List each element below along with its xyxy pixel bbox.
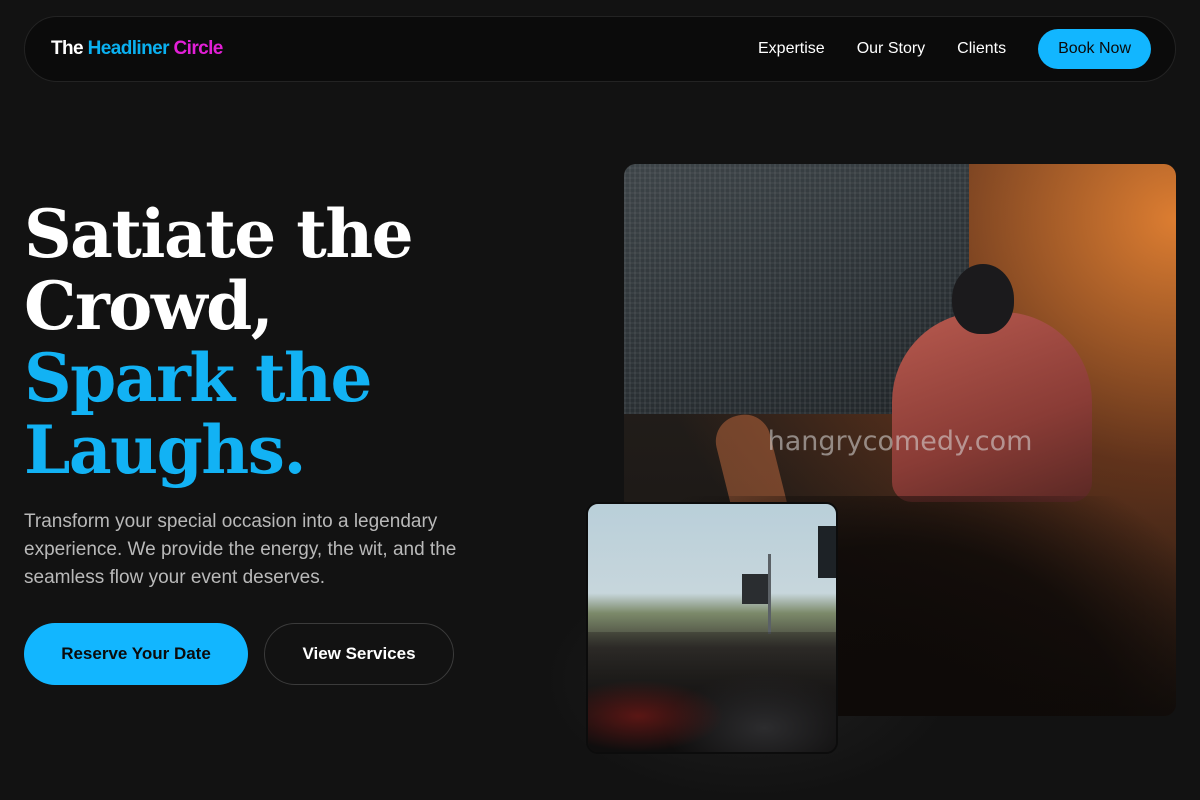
logo-word-headliner: Headliner	[87, 38, 170, 59]
book-now-button[interactable]: Book Now	[1038, 29, 1151, 69]
view-services-button[interactable]: View Services	[264, 623, 454, 685]
headline-line-3: Spark the	[24, 339, 373, 417]
nav-link-expertise[interactable]: Expertise	[758, 40, 825, 58]
street-pole	[768, 554, 771, 634]
motorcycles	[588, 632, 836, 752]
billboard	[818, 526, 836, 578]
logo-word-circle: Circle	[173, 38, 224, 59]
nav-link-our-story[interactable]: Our Story	[857, 40, 925, 58]
hero-subtitle: Transform your special occasion into a l…	[24, 511, 457, 588]
image-watermark: hangrycomedy.com	[767, 426, 1033, 457]
performer-hoodie	[892, 312, 1092, 502]
reserve-date-button[interactable]: Reserve Your Date	[24, 623, 248, 685]
logo-word-the: The	[51, 38, 84, 59]
headline-line-1: Satiate the	[24, 195, 414, 273]
headline-line-4: Laughs.	[24, 411, 306, 489]
hero-image-crowd	[586, 502, 838, 754]
headline-line-2: Crowd,	[24, 267, 274, 345]
billboard-small	[742, 574, 768, 604]
performer-head	[952, 264, 1014, 334]
page: The Headliner Circle Expertise Our Story…	[0, 0, 1200, 800]
hero-headline: Satiate the Crowd, Spark the Laughs.	[24, 198, 584, 486]
top-navbar: The Headliner Circle Expertise Our Story…	[24, 16, 1176, 82]
nav-link-clients[interactable]: Clients	[957, 40, 1006, 58]
brand-logo[interactable]: The Headliner Circle	[51, 38, 223, 60]
nav-links: Expertise Our Story Clients Book Now	[726, 29, 1151, 69]
